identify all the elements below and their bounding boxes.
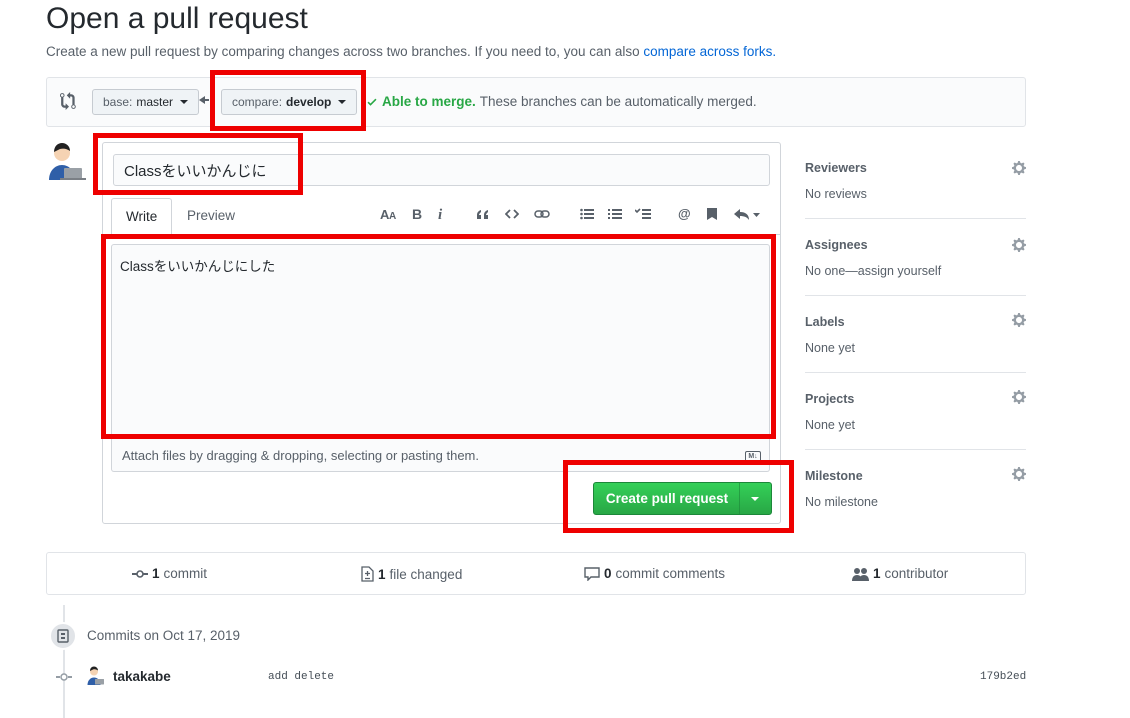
sidebar-labels-value: None yet [805, 341, 856, 355]
people-icon [852, 567, 869, 581]
contributors-count: 1 [873, 566, 881, 581]
sidebar-section-labels [805, 296, 1026, 373]
sidebar-section-projects [805, 373, 1026, 450]
unordered-list-icon[interactable] [579, 204, 595, 224]
button-divider [739, 483, 740, 514]
pr-title-input[interactable] [113, 154, 770, 186]
files-label: file changed [389, 566, 463, 582]
merge-status: Able to merge. These branches can be aut… [366, 94, 757, 109]
sidebar-projects-title[interactable]: Projects [805, 392, 854, 406]
compare-branch-name: develop [286, 95, 332, 109]
commits-date-heading: Commits on Oct 17, 2019 [87, 628, 241, 643]
comment-icon [584, 566, 600, 581]
page-subtitle-text: Create a new pull request by comparing c… [46, 44, 644, 59]
page-subtitle: Create a new pull request by comparing c… [46, 44, 776, 59]
commit-author[interactable]: takakabe [113, 669, 171, 684]
quote-icon[interactable] [474, 204, 490, 224]
sidebar-milestone-value: No milestone [805, 495, 878, 509]
gear-icon[interactable] [1011, 312, 1027, 328]
svg-text:@: @ [678, 207, 691, 221]
sidebar-assignees-value[interactable]: No one—assign yourself [805, 264, 941, 278]
sidebar-assignees-title[interactable]: Assignees [805, 238, 868, 252]
merge-message: These branches can be automatically merg… [479, 94, 757, 109]
gear-icon[interactable] [1011, 466, 1027, 482]
tab-write[interactable]: Write [111, 198, 173, 235]
saved-reply-icon[interactable] [705, 204, 719, 224]
sidebar-projects-value: None yet [805, 418, 856, 432]
link-icon[interactable] [533, 204, 551, 224]
commit-icon [56, 671, 72, 683]
text-size-icon[interactable]: AA [380, 204, 398, 224]
commit-sha[interactable]: 179b2ed [980, 671, 1026, 683]
git-commit-group-icon [49, 622, 77, 650]
italic-icon[interactable]: i [436, 204, 446, 224]
comments-label: commit comments [615, 566, 726, 581]
summary-files[interactable]: 1 file changed [361, 566, 462, 582]
chevron-down-icon [180, 100, 189, 104]
check-icon [367, 98, 377, 106]
sidebar-labels-title[interactable]: Labels [805, 315, 845, 329]
commits-count: 1 [152, 566, 160, 581]
arrow-left-icon [199, 94, 209, 109]
comments-count: 0 [604, 566, 612, 581]
gear-icon[interactable] [1011, 389, 1027, 405]
summary-commits[interactable]: 1 commit [132, 566, 207, 581]
gear-icon[interactable] [1011, 237, 1027, 253]
ordered-list-icon[interactable] [607, 204, 623, 224]
task-list-icon[interactable] [634, 204, 652, 224]
summary-contributors[interactable]: 1 contributor [852, 566, 948, 581]
commits-label: commit [163, 566, 208, 581]
create-pull-request-button[interactable]: Create pull request [594, 483, 740, 514]
git-compare-icon [60, 92, 78, 110]
sidebar-reviewers-title[interactable]: Reviewers [805, 161, 867, 175]
bold-icon[interactable]: B [410, 204, 424, 224]
reply-icon[interactable] [733, 204, 761, 224]
sidebar-section-assignees [805, 219, 1026, 296]
gear-icon[interactable] [1011, 160, 1027, 176]
sidebar-section-reviewers [805, 142, 1026, 219]
svg-text:i: i [438, 207, 443, 221]
base-branch-select[interactable]: base: master [92, 89, 200, 115]
mention-icon[interactable]: @ [677, 204, 693, 224]
merge-ok-label: Able to merge. [382, 94, 476, 109]
attach-files-bar[interactable]: Attach files by dragging & dropping, sel… [111, 438, 770, 472]
sidebar-milestone-title[interactable]: Milestone [805, 469, 863, 483]
sidebar-reviewers-value: No reviews [805, 187, 867, 201]
svg-text:A: A [389, 211, 396, 221]
markdown-icon: M↓ [745, 451, 761, 463]
base-prefix: base: [103, 95, 133, 109]
commit-icon [132, 569, 148, 578]
contributors-label: contributor [884, 566, 949, 581]
summary-comments[interactable]: 0 commit comments [584, 566, 725, 581]
files-count: 1 [378, 566, 386, 582]
chevron-down-icon [338, 100, 347, 104]
pr-body-textarea[interactable] [111, 244, 770, 438]
compare-across-forks-link[interactable]: compare across forks. [643, 44, 776, 59]
commit-author-avatar[interactable] [86, 666, 106, 686]
page-title: Open a pull request [46, 2, 308, 35]
compare-prefix: compare: [232, 95, 283, 109]
code-icon[interactable] [504, 204, 520, 224]
svg-text:B: B [412, 207, 422, 221]
chevron-down-icon[interactable] [751, 497, 759, 501]
commit-message[interactable]: add delete [268, 671, 334, 683]
compare-branch-select[interactable]: compare: develop [221, 89, 358, 115]
base-branch-name: master [136, 95, 174, 109]
tab-preview[interactable]: Preview [173, 198, 249, 235]
file-diff-icon [361, 566, 374, 582]
avatar [46, 142, 86, 182]
